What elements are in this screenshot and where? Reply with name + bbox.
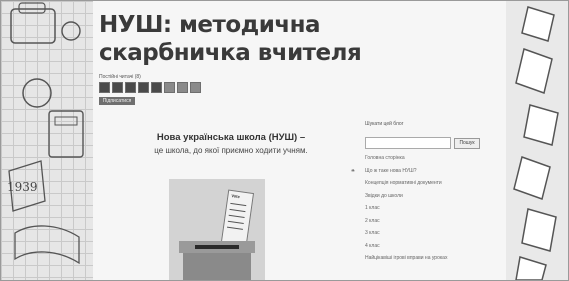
- follower-avatar[interactable]: [138, 82, 149, 93]
- nav-link-grade-1[interactable]: 1 клас: [365, 205, 501, 211]
- blog-page: НУШ: методична скарбничка вчителя Постій…: [93, 1, 506, 280]
- follower-avatar[interactable]: [125, 82, 136, 93]
- follower-avatar[interactable]: [190, 82, 201, 93]
- nav-link-home[interactable]: Головна сторінка: [365, 155, 501, 161]
- followers-label: Постійні читачі (8): [99, 74, 141, 80]
- nav-link-grade-3[interactable]: 3 клас: [365, 230, 501, 236]
- follower-avatar[interactable]: [164, 82, 175, 93]
- box-slot: [195, 245, 239, 249]
- ballot-line: [228, 214, 245, 219]
- post-title: Нова українська школа (НУШ) –: [156, 132, 306, 143]
- followers-avatars: [99, 82, 201, 93]
- site-title[interactable]: НУШ: методична скарбничка вчителя: [99, 11, 429, 67]
- nav-link-grade-2[interactable]: 2 клас: [365, 218, 501, 224]
- sidebar: Шукати цей блог Пошук ❝ Головна сторінка…: [351, 121, 501, 268]
- school-doodles-illustration: 1939: [7, 2, 84, 265]
- nav-links: Головна сторінка Що ж таке нова НУШ? Кон…: [361, 155, 501, 261]
- screenshot-frame: 1939 НУШ: методична скарбничка вчителя П…: [0, 0, 569, 281]
- decorative-background-right: [506, 1, 568, 280]
- follower-avatar[interactable]: [99, 82, 110, 93]
- search-row: Пошук: [365, 137, 501, 149]
- ballot-line: [230, 202, 247, 207]
- nav-link-concept[interactable]: Концепція нормативні документи: [365, 180, 501, 186]
- quote-icon: ❝: [351, 169, 355, 176]
- follower-avatar[interactable]: [151, 82, 162, 93]
- alphabet-blocks-illustration: [513, 6, 559, 280]
- ballot-box-image: Vote: [169, 179, 265, 280]
- follow-button[interactable]: Підписатися: [99, 97, 135, 105]
- nav-link-games[interactable]: Найцікавіші ігрові вправи на уроках: [365, 255, 501, 261]
- box-body: [183, 253, 251, 280]
- search-input[interactable]: [365, 137, 451, 149]
- ballot-label: Vote: [231, 193, 241, 200]
- search-button[interactable]: Пошук: [454, 137, 480, 149]
- ballot-line: [229, 208, 246, 213]
- nav-link-what-is-nus[interactable]: Що ж таке нова НУШ?: [365, 168, 501, 174]
- ballot-line: [226, 226, 243, 230]
- post-subtitle: це школа, до якої приємно ходити учням.: [154, 146, 308, 155]
- nav-link-to-school[interactable]: Звідки до школи: [365, 193, 501, 199]
- decorative-background-left: 1939: [1, 1, 93, 280]
- follower-avatar[interactable]: [112, 82, 123, 93]
- nav-link-grade-4[interactable]: 4 клас: [365, 243, 501, 249]
- follower-avatar[interactable]: [177, 82, 188, 93]
- search-label: Шукати цей блог: [365, 121, 404, 127]
- ballot-line: [227, 220, 244, 224]
- svg-text:1939: 1939: [7, 180, 38, 194]
